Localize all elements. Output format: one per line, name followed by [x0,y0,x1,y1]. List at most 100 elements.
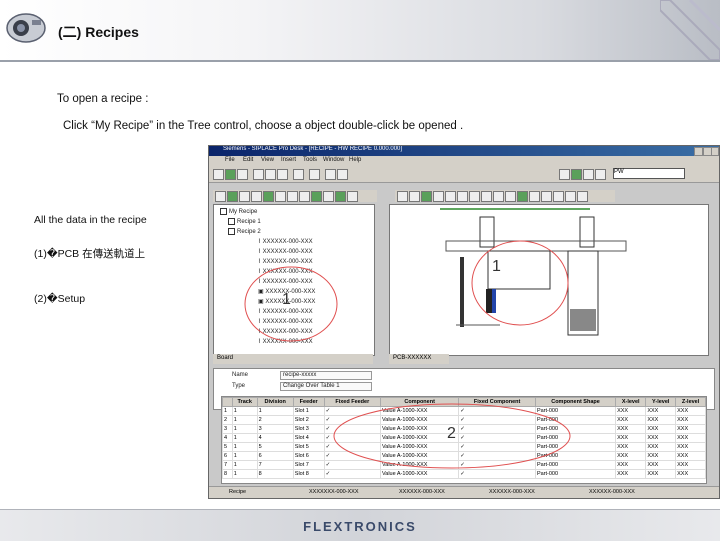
table-cell[interactable]: 7 [256,460,294,470]
table-cell[interactable]: 4 [256,433,294,443]
tree-item[interactable]: My Recipe [220,208,257,215]
table-cell[interactable]: Slot 4 [292,433,325,443]
table-cell[interactable]: 1 [231,460,258,470]
table-cell[interactable]: Value A-1000-XXX [379,469,460,479]
table-cell[interactable]: ✓ [458,406,536,416]
table-cell[interactable]: 3 [256,424,294,434]
menu-tools[interactable]: Tools [303,157,317,163]
status-item[interactable]: XXXXXXX-000-XXX [309,489,359,495]
tab-board[interactable]: Board [217,355,233,361]
close-button[interactable] [711,147,719,156]
canvas-zoom-out-icon[interactable] [445,191,456,202]
table-cell[interactable]: XXX [675,451,706,461]
canvas-measure-icon[interactable] [493,191,504,202]
tree-item[interactable]: ⌇ XXXXXX-000-XXX [258,328,313,335]
table-cell[interactable]: Slot 5 [292,442,325,452]
table-cell[interactable]: Value A-1000-XXX [379,406,460,416]
tree-refresh-icon[interactable] [263,191,274,202]
table-cell[interactable]: ✓ [323,424,382,434]
table-cell[interactable]: 2 [222,415,233,425]
table-cell[interactable]: Part-000 [534,469,617,479]
type-field[interactable]: Change Over Table 1 [280,382,372,391]
table-cell[interactable]: 1 [231,424,258,434]
column-header[interactable]: Track [231,397,258,407]
table-cell[interactable]: XXX [675,469,706,479]
table-cell[interactable]: XXX [675,442,706,452]
table-cell[interactable]: XXX [645,460,677,470]
table-cell[interactable]: Slot 7 [292,460,325,470]
column-header[interactable] [222,397,233,407]
table-row[interactable]: 2 1 2 Slot 2 ✓ Value A-1000-XXX ✓ Part-000 XXX XX… [222,415,706,425]
status-recipe[interactable]: Recipe [229,489,246,495]
table-cell[interactable]: 1 [231,415,258,425]
name-field[interactable]: recipe-xxxxx [280,371,372,380]
canvas-add-icon[interactable] [421,191,432,202]
table-cell[interactable]: Slot 3 [292,424,325,434]
canvas-layer-icon[interactable] [505,191,516,202]
table-cell[interactable]: ✓ [323,406,382,416]
tree-properties-icon[interactable] [251,191,262,202]
table-cell[interactable]: Slot 1 [292,406,325,416]
table-cell[interactable]: ✓ [323,415,382,425]
table-cell[interactable]: XXX [675,433,706,443]
table-cell[interactable]: Value A-1000-XXX [379,460,460,470]
status-item[interactable]: XXXXXX-000-XXX [589,489,635,495]
table-cell[interactable]: 8 [222,469,233,479]
table-cell[interactable]: 5 [256,442,294,452]
run-icon[interactable] [571,169,582,180]
table-cell[interactable]: XXX [645,415,677,425]
settings-icon[interactable] [583,169,594,180]
menu-edit[interactable]: Edit [243,157,253,163]
tree-expand-icon[interactable] [299,191,310,202]
table-row[interactable]: 4 1 4 Slot 4 ✓ Value A-1000-XXX ✓ Part-000 XXX XX… [222,433,706,443]
status-item[interactable]: XXXXXX-000-XXX [399,489,445,495]
table-cell[interactable]: XXX [675,460,706,470]
table-cell[interactable]: 6 [222,451,233,461]
canvas-rotate-icon[interactable] [469,191,480,202]
table-cell[interactable]: XXX [615,433,647,443]
table-cell[interactable]: XXX [645,424,677,434]
table-cell[interactable]: Part-000 [534,460,617,470]
table-cell[interactable]: Slot 8 [292,469,325,479]
canvas-print-icon[interactable] [577,191,588,202]
table-cell[interactable]: 3 [222,424,233,434]
table-cell[interactable]: XXX [675,406,706,416]
tree-import-icon[interactable] [335,191,346,202]
table-cell[interactable]: XXX [615,424,647,434]
tree-item[interactable]: Recipe 2 [228,228,261,235]
tree-filter-icon[interactable] [275,191,286,202]
table-cell[interactable]: Part-000 [534,451,617,461]
paste-icon[interactable] [277,169,288,180]
column-header[interactable]: Feeder [292,397,325,407]
table-cell[interactable]: ✓ [458,469,536,479]
canvas-nozzle-icon[interactable] [541,191,552,202]
canvas-grid-icon[interactable] [481,191,492,202]
copy-icon[interactable] [265,169,276,180]
table-cell[interactable]: 6 [256,451,294,461]
table-row[interactable]: 8 1 8 Slot 8 ✓ Value A-1000-XXX ✓ Part-000 XXX XX… [222,469,706,479]
canvas-feeder-icon[interactable] [529,191,540,202]
table-row[interactable]: 3 1 3 Slot 3 ✓ Value A-1000-XXX ✓ Part-000 XXX XX… [222,424,706,434]
menu-view[interactable]: View [261,157,274,163]
save-icon[interactable] [237,169,248,180]
table-cell[interactable]: Slot 6 [292,451,325,461]
tree-sort-icon[interactable] [287,191,298,202]
table-cell[interactable]: ✓ [323,469,382,479]
table-row[interactable]: 5 1 5 Slot 5 ✓ Value A-1000-XXX ✓ Part-000 XXX XX… [222,442,706,452]
table-cell[interactable]: 7 [222,460,233,470]
table-row[interactable]: 1 1 1 Slot 1 ✓ Value A-1000-XXX ✓ Part-000 XXX XX… [222,406,706,416]
tree-search-icon[interactable] [323,191,334,202]
table-cell[interactable]: 1 [231,433,258,443]
setup-grid[interactable]: Track Division Feeder Fixed Feeder Component… [221,396,707,484]
table-cell[interactable]: XXX [645,442,677,452]
table-cell[interactable]: Value A-1000-XXX [379,415,460,425]
table-cell[interactable]: Part-000 [534,442,617,452]
table-cell[interactable]: 1 [222,406,233,416]
table-cell[interactable]: XXX [615,460,647,470]
table-cell[interactable]: Part-000 [534,415,617,425]
column-header[interactable]: Component Shape [534,397,617,407]
tree-item[interactable]: Recipe 1 [228,218,261,225]
tree-item[interactable]: ⌇ XXXXXX-000-XXX [258,258,313,265]
table-cell[interactable]: 1 [231,442,258,452]
canvas-pcb-icon[interactable] [517,191,528,202]
